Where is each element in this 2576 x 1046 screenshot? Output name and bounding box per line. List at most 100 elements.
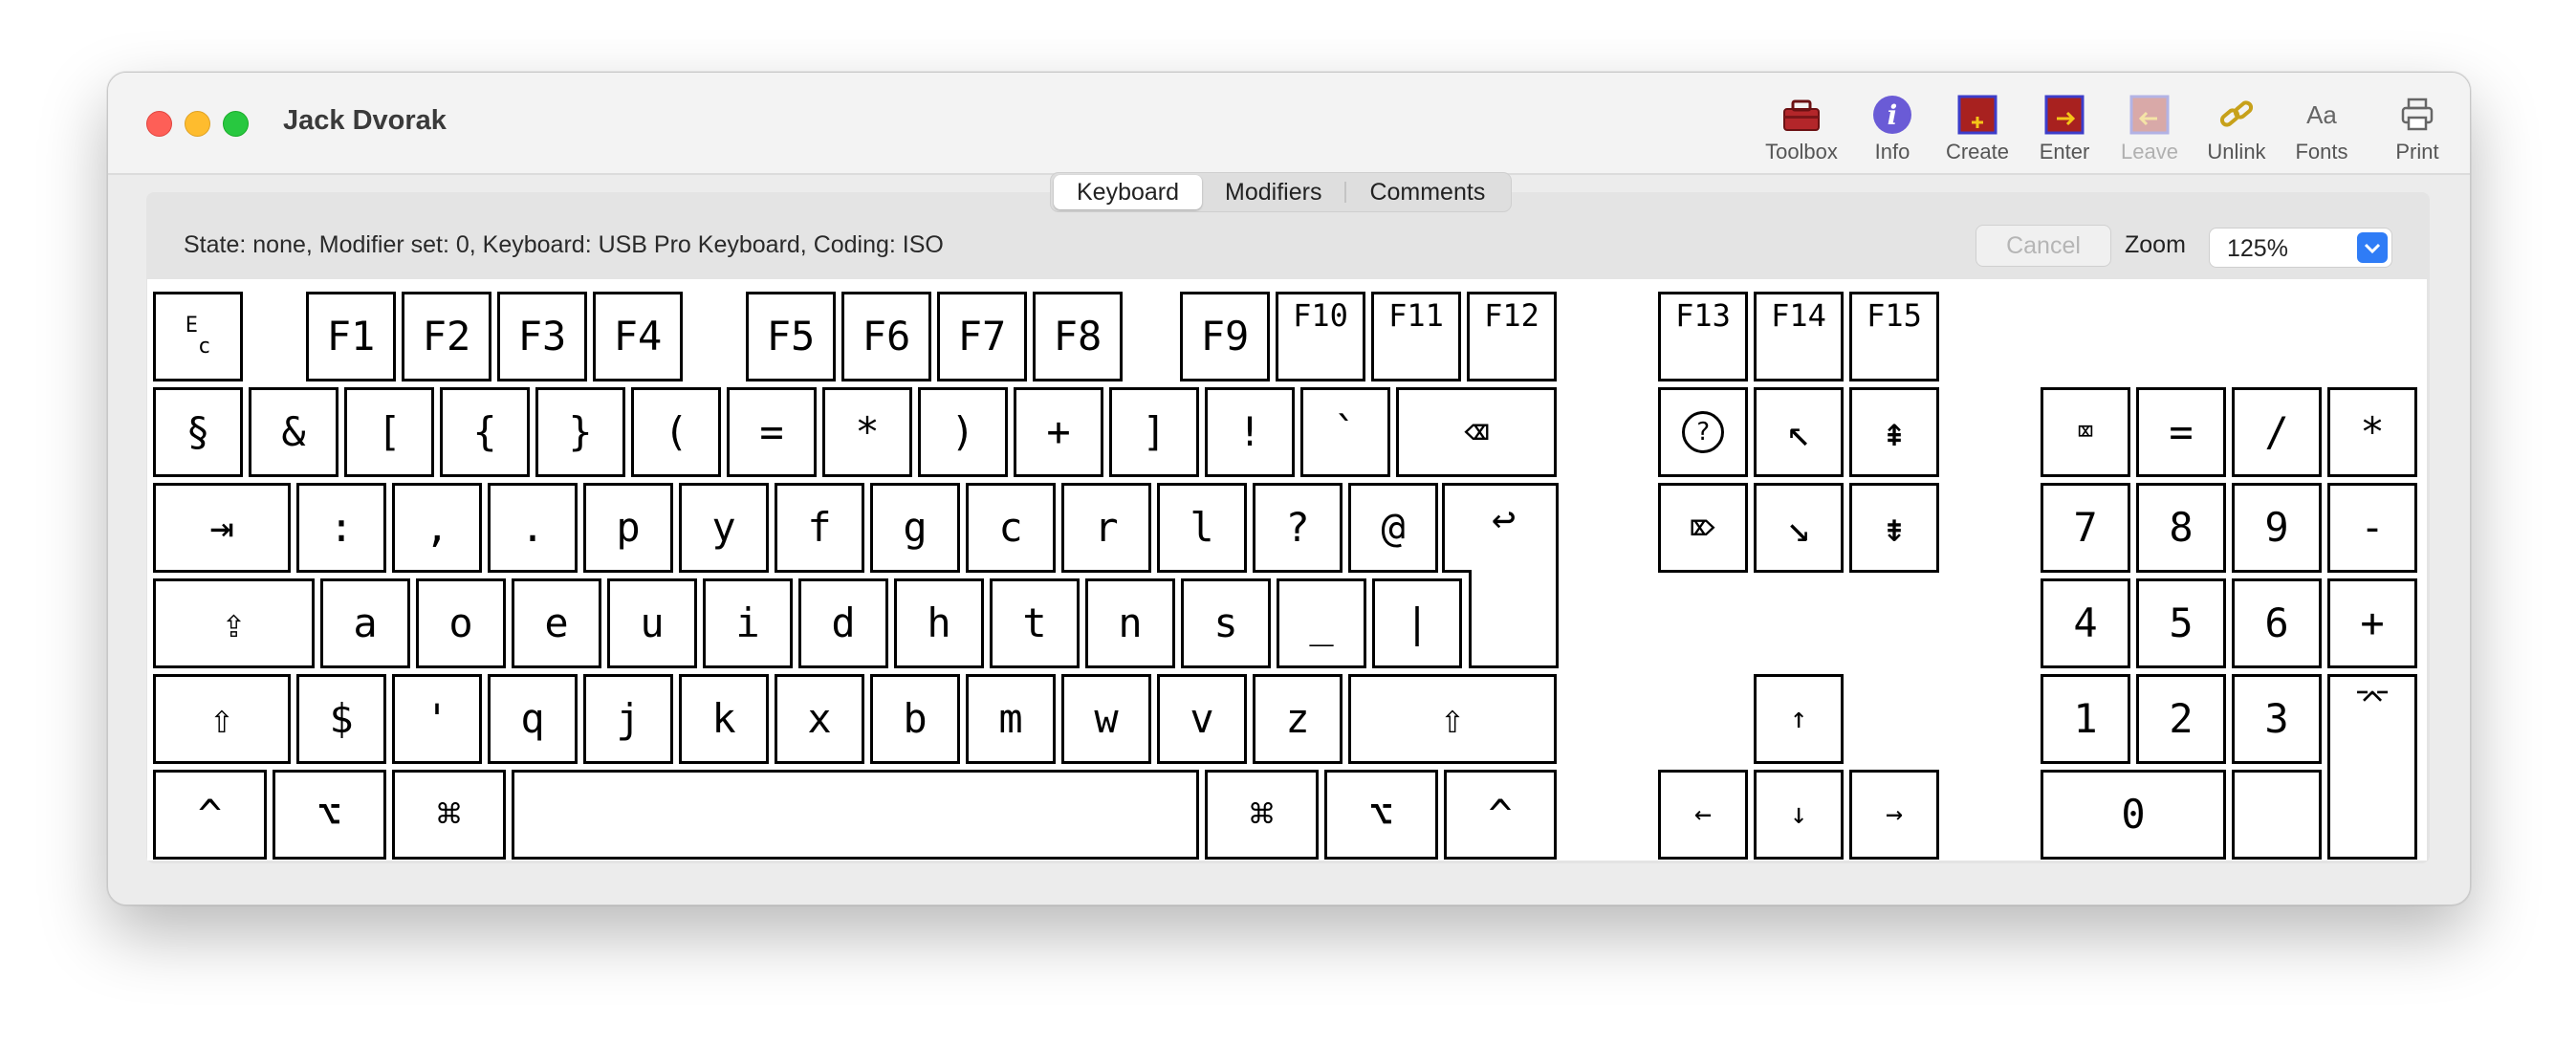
key-c[interactable]: c	[966, 483, 1056, 573]
key-help[interactable]: ?	[1658, 387, 1748, 477]
key-shift-left[interactable]: ⇧	[153, 674, 291, 764]
key-section[interactable]: §	[153, 387, 243, 477]
key-f9[interactable]: F9	[1180, 292, 1270, 381]
key-caps-lock[interactable]: ⇪	[153, 578, 315, 668]
key-right-paren[interactable]: )	[918, 387, 1008, 477]
print-button[interactable]: Print	[2365, 92, 2470, 168]
key-g[interactable]: g	[870, 483, 960, 573]
key-s[interactable]: s	[1181, 578, 1271, 668]
key-i[interactable]: i	[703, 578, 793, 668]
key-v[interactable]: v	[1157, 674, 1247, 764]
key-left-paren[interactable]: (	[631, 387, 721, 477]
key-f15[interactable]: F15	[1849, 292, 1939, 381]
key-numpad-divide[interactable]: /	[2232, 387, 2322, 477]
key-question[interactable]: ?	[1253, 483, 1343, 573]
key-numpad-8[interactable]: 8	[2136, 483, 2226, 573]
tab-keyboard[interactable]: Keyboard	[1054, 175, 1203, 209]
key-shift-right[interactable]: ⇧	[1348, 674, 1557, 764]
key-page-down[interactable]: ⇟	[1849, 483, 1939, 573]
key-comma[interactable]: ,	[392, 483, 482, 573]
key-w[interactable]: w	[1061, 674, 1151, 764]
key-arrow-right[interactable]: →	[1849, 770, 1939, 860]
key-e[interactable]: e	[512, 578, 601, 668]
key-arrow-down[interactable]: ↓	[1754, 770, 1844, 860]
key-option-left[interactable]: ⌥	[273, 770, 386, 860]
key-numpad-0[interactable]: 0	[2041, 770, 2226, 860]
key-equals[interactable]: =	[727, 387, 817, 477]
key-o[interactable]: o	[416, 578, 506, 668]
key-x[interactable]: x	[775, 674, 864, 764]
key-n[interactable]: n	[1085, 578, 1175, 668]
key-numpad-2[interactable]: 2	[2136, 674, 2226, 764]
key-numpad-7[interactable]: 7	[2041, 483, 2130, 573]
key-forward-delete[interactable]: ⌦	[1658, 483, 1748, 573]
key-backtick[interactable]: `	[1300, 387, 1390, 477]
key-b[interactable]: b	[870, 674, 960, 764]
key-tab[interactable]: ⇥	[153, 483, 291, 573]
key-ampersand[interactable]: &	[249, 387, 338, 477]
key-left-bracket[interactable]: [	[344, 387, 434, 477]
key-p[interactable]: p	[583, 483, 673, 573]
key-underscore[interactable]: _	[1277, 578, 1366, 668]
key-numpad-multiply[interactable]: *	[2327, 387, 2417, 477]
key-h[interactable]: h	[894, 578, 984, 668]
key-q[interactable]: q	[488, 674, 578, 764]
cancel-button[interactable]: Cancel	[1976, 225, 2111, 267]
key-escape[interactable]: E c	[153, 292, 243, 381]
key-right-bracket[interactable]: ]	[1109, 387, 1199, 477]
key-f2[interactable]: F2	[402, 292, 491, 381]
key-command-left[interactable]: ⌘	[392, 770, 506, 860]
key-numpad-1[interactable]: 1	[2041, 674, 2130, 764]
fonts-button[interactable]: Aa Fonts	[2269, 92, 2374, 168]
key-numpad-3[interactable]: 3	[2232, 674, 2322, 764]
tab-modifiers[interactable]: Modifiers	[1202, 175, 1344, 209]
key-arrow-up[interactable]: ↑	[1754, 674, 1844, 764]
key-y[interactable]: y	[679, 483, 769, 573]
key-f[interactable]: f	[775, 483, 864, 573]
key-option-right[interactable]: ⌥	[1324, 770, 1438, 860]
key-pipe[interactable]: |	[1372, 578, 1462, 668]
key-left-brace[interactable]: {	[440, 387, 530, 477]
key-j[interactable]: j	[583, 674, 673, 764]
key-t[interactable]: t	[990, 578, 1080, 668]
key-u[interactable]: u	[607, 578, 697, 668]
key-at[interactable]: @	[1348, 483, 1438, 573]
key-arrow-left[interactable]: ←	[1658, 770, 1748, 860]
toolbox-button[interactable]: Toolbox	[1749, 92, 1854, 168]
key-z[interactable]: z	[1253, 674, 1343, 764]
minimize-button[interactable]	[185, 111, 210, 137]
zoom-window-button[interactable]	[223, 111, 249, 137]
key-k[interactable]: k	[679, 674, 769, 764]
key-f12[interactable]: F12	[1467, 292, 1557, 381]
key-f4[interactable]: F4	[593, 292, 683, 381]
zoom-select[interactable]: 125%	[2209, 228, 2392, 268]
key-f5[interactable]: F5	[746, 292, 836, 381]
key-page-up[interactable]: ⇞	[1849, 387, 1939, 477]
key-numpad-5[interactable]: 5	[2136, 578, 2226, 668]
key-l[interactable]: l	[1157, 483, 1247, 573]
key-period[interactable]: .	[488, 483, 578, 573]
key-numpad-4[interactable]: 4	[2041, 578, 2130, 668]
key-right-brace[interactable]: }	[535, 387, 625, 477]
key-numpad-9[interactable]: 9	[2232, 483, 2322, 573]
key-f6[interactable]: F6	[841, 292, 931, 381]
key-end[interactable]: ↘	[1754, 483, 1844, 573]
key-numpad-enter[interactable]: ⌤	[2327, 674, 2417, 860]
key-numpad-clear[interactable]: ⌧	[2041, 387, 2130, 477]
key-control-right[interactable]: ^	[1444, 770, 1557, 860]
key-asterisk[interactable]: *	[822, 387, 912, 477]
key-space[interactable]	[512, 770, 1199, 860]
key-f14[interactable]: F14	[1754, 292, 1844, 381]
key-m[interactable]: m	[966, 674, 1056, 764]
key-f10[interactable]: F10	[1276, 292, 1365, 381]
key-control-left[interactable]: ^	[153, 770, 267, 860]
key-f13[interactable]: F13	[1658, 292, 1748, 381]
key-f1[interactable]: F1	[306, 292, 396, 381]
key-apostrophe[interactable]: '	[392, 674, 482, 764]
key-numpad-plus[interactable]: +	[2327, 578, 2417, 668]
key-f7[interactable]: F7	[937, 292, 1027, 381]
key-d[interactable]: d	[798, 578, 888, 668]
tab-comments[interactable]: Comments	[1346, 175, 1508, 209]
key-numpad-6[interactable]: 6	[2232, 578, 2322, 668]
key-colon[interactable]: :	[296, 483, 386, 573]
